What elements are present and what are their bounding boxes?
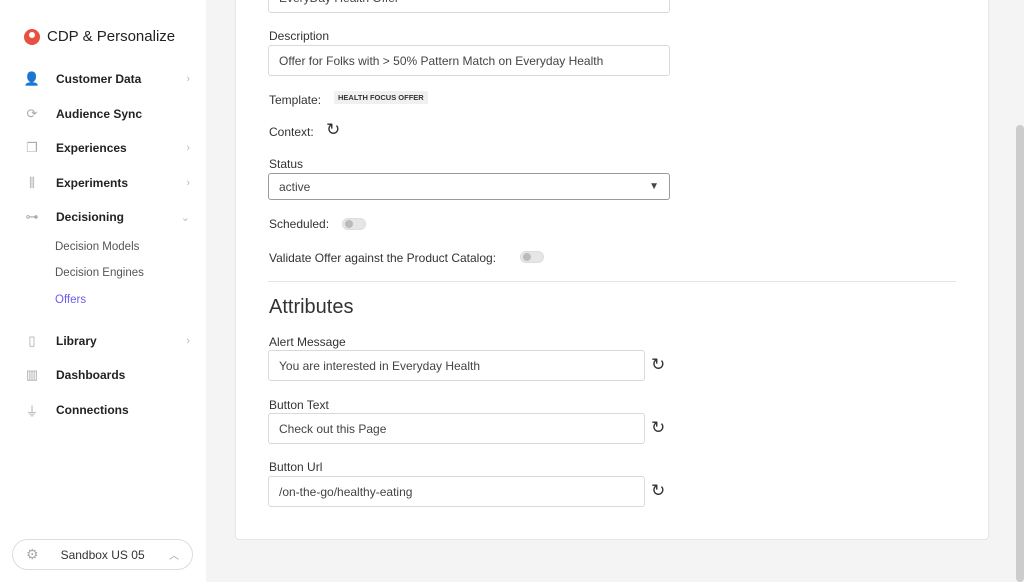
refresh-icon[interactable]: ↻ <box>651 355 665 375</box>
chevron-up-icon: ︿ <box>169 551 179 562</box>
name-input[interactable]: EveryDay Health Offer <box>268 0 670 13</box>
sandbox-name: Sandbox US 05 <box>60 547 145 562</box>
plug-icon: ⏚ <box>25 403 39 419</box>
chart-icon: ▥ <box>25 367 39 382</box>
description-label: Description <box>269 29 330 43</box>
flow-icon: ⊶ <box>25 209 39 224</box>
refresh-icon[interactable]: ↻ <box>651 418 665 438</box>
scheduled-toggle[interactable] <box>342 218 366 230</box>
chevron-down-icon: ▼ <box>649 181 659 192</box>
sidebar-item-connections[interactable]: ⏚ Connections <box>24 400 194 420</box>
scheduled-label: Scheduled: <box>269 217 330 231</box>
validate-label: Validate Offer against the Product Catal… <box>269 251 497 265</box>
attributes-heading: Attributes <box>269 296 354 318</box>
label: Experiments <box>56 176 129 190</box>
brand-name: CDP & Personalize <box>47 28 176 45</box>
context-label: Context: <box>269 125 314 139</box>
gear-icon: ⚙ <box>26 546 39 562</box>
description-input[interactable]: Offer for Folks with > 50% Pattern Match… <box>268 45 670 76</box>
template-badge: HEALTH FOCUS OFFER <box>334 91 428 104</box>
sidebar-item-experiences[interactable]: ❐ Experiences › <box>24 138 194 158</box>
chevron-right-icon: › <box>186 177 190 189</box>
button-url-input[interactable]: /on-the-go/healthy-eating <box>268 476 645 507</box>
flask-icon: ⫼ <box>29 175 35 190</box>
button-text-input[interactable]: Check out this Page <box>268 413 645 444</box>
brand: CDP & Personalize <box>24 28 175 45</box>
status-select[interactable]: active ▼ <box>268 173 670 200</box>
user-icon: 👤 <box>23 71 41 86</box>
status-value: active <box>279 179 311 194</box>
experiences-icon: ❐ <box>26 140 38 155</box>
sidebar-item-customer-data[interactable]: 👤 Customer Data › <box>24 69 194 89</box>
chevron-right-icon: › <box>186 142 190 154</box>
chevron-down-icon: ⌄ <box>180 211 190 224</box>
button-text-label: Button Text <box>269 398 329 412</box>
sidebar-subitem-offers[interactable]: Offers <box>55 294 86 306</box>
label: Library <box>56 334 97 348</box>
sidebar-item-experiments[interactable]: ⫼ Experiments › <box>24 173 194 193</box>
label: Decisioning <box>56 210 125 224</box>
sandbox-selector[interactable]: ⚙ Sandbox US 05 ︿ <box>12 539 193 570</box>
sidebar-subitem-decision-models[interactable]: Decision Models <box>55 241 139 253</box>
template-label: Template: <box>269 93 322 107</box>
label: Dashboards <box>56 368 126 382</box>
divider <box>268 281 956 282</box>
button-url-label: Button Url <box>269 460 323 474</box>
book-icon: ▯ <box>28 333 36 348</box>
sidebar-item-decisioning[interactable]: ⊶ Decisioning ⌄ <box>24 207 194 227</box>
sidebar: CDP & Personalize 👤 Customer Data › ⟳ Audie… <box>0 0 206 582</box>
sidebar-item-dashboards[interactable]: ▥ Dashboards <box>24 365 194 385</box>
refresh-context-icon[interactable]: ↻ <box>326 120 340 140</box>
offer-form-card <box>235 0 989 540</box>
sidebar-item-audience-sync[interactable]: ⟳ Audience Sync <box>24 104 194 124</box>
validate-toggle[interactable] <box>520 251 544 263</box>
refresh-icon[interactable]: ↻ <box>651 481 665 501</box>
label: Experiences <box>56 141 127 155</box>
label: Connections <box>56 403 129 417</box>
sync-icon: ⟳ <box>26 106 38 121</box>
scrollbar[interactable] <box>1016 125 1024 582</box>
label: Audience Sync <box>56 107 143 121</box>
label: Customer Data <box>56 72 142 86</box>
chevron-right-icon: › <box>186 335 190 347</box>
status-label: Status <box>269 157 304 171</box>
sidebar-item-library[interactable]: ▯ Library › <box>24 331 194 351</box>
logo-icon <box>24 28 40 45</box>
alert-message-label: Alert Message <box>269 335 346 349</box>
sidebar-subitem-decision-engines[interactable]: Decision Engines <box>55 267 144 279</box>
chevron-right-icon: › <box>186 73 190 85</box>
alert-message-input[interactable]: You are interested in Everyday Health <box>268 350 645 381</box>
